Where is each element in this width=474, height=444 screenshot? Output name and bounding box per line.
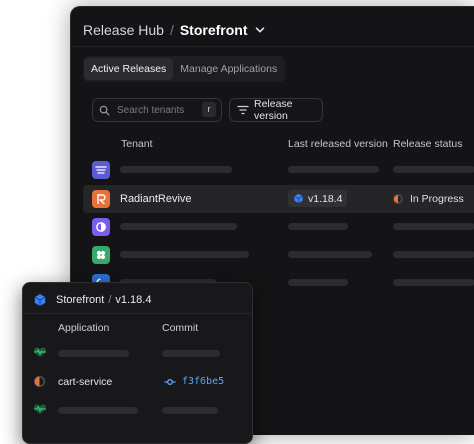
version-badge[interactable]: v1.18.4 — [288, 190, 348, 207]
radiant-logo-icon — [92, 190, 110, 208]
service-name[interactable]: cart-service — [58, 376, 112, 388]
version-placeholder — [288, 223, 348, 230]
tenant-name[interactable]: RadiantRevive — [120, 193, 192, 205]
commit-placeholder — [162, 407, 218, 414]
status-placeholder — [393, 279, 474, 286]
tab-manage-applications[interactable]: Manage Applications — [173, 58, 284, 80]
column-application: Application — [58, 322, 110, 334]
version-placeholder — [288, 251, 372, 258]
table-row[interactable]: RadiantRevive v1.18.4 In Progress — [83, 185, 474, 213]
table-row[interactable] — [83, 213, 474, 241]
in-progress-icon — [393, 194, 403, 204]
clover-logo-icon — [92, 246, 110, 264]
status-placeholder — [393, 251, 474, 258]
search-input[interactable] — [115, 103, 199, 117]
column-commit: Commit — [162, 322, 199, 334]
popover-divider — [23, 313, 252, 314]
table-header: Tenant Last released version Release sta… — [71, 132, 474, 156]
version-placeholder — [288, 279, 348, 286]
breadcrumb: Release Hub / Storefront — [83, 17, 265, 43]
cube-icon — [293, 193, 304, 204]
release-status: In Progress — [393, 193, 464, 205]
spinner-icon — [33, 375, 46, 388]
popover-version: v1.18.4 — [115, 294, 152, 306]
search-box[interactable]: r — [92, 98, 222, 122]
column-release-status: Release status — [393, 138, 463, 150]
tab-active-releases[interactable]: Active Releases — [84, 58, 174, 80]
lines-logo-icon — [92, 161, 110, 179]
commit-hash: f3f6be5 — [182, 376, 225, 387]
tenant-placeholder — [120, 166, 232, 173]
popover-app-name: Storefront — [56, 294, 105, 306]
status-placeholder — [393, 166, 474, 173]
tab-bar: Active Releases Manage Applications — [83, 56, 286, 82]
column-last-released-version: Last released version — [288, 138, 388, 150]
table-row[interactable] — [83, 156, 474, 184]
status-placeholder — [393, 223, 474, 230]
filter-icon — [237, 105, 249, 115]
list-item[interactable]: cart-service f3f6be5 — [23, 368, 252, 396]
list-item[interactable] — [23, 339, 252, 367]
breadcrumb-separator: / — [169, 22, 174, 38]
cube-icon — [33, 293, 47, 307]
commit-link[interactable]: f3f6be5 — [164, 376, 224, 387]
breadcrumb-storefront[interactable]: Storefront — [180, 22, 248, 38]
release-detail-popover: Storefront / v1.18.4 Application Commit … — [22, 282, 253, 444]
version-placeholder — [288, 166, 379, 173]
search-shortcut-key: r — [202, 102, 216, 117]
application-placeholder — [58, 350, 129, 357]
application-placeholder — [58, 407, 138, 414]
heartbeat-icon — [33, 403, 47, 415]
search-icon — [99, 105, 110, 116]
release-version-filter-button[interactable]: Release version — [229, 98, 323, 122]
popover-title-separator: / — [108, 294, 112, 306]
table-row[interactable] — [83, 241, 474, 269]
popover-title: Storefront / v1.18.4 — [33, 291, 151, 309]
heartbeat-icon — [33, 346, 47, 358]
status-label: In Progress — [410, 193, 464, 205]
chevron-down-icon[interactable] — [255, 25, 265, 35]
commit-placeholder — [162, 350, 220, 357]
tenant-placeholder — [120, 223, 237, 230]
breadcrumb-release-hub[interactable]: Release Hub — [83, 22, 164, 38]
list-item[interactable] — [23, 396, 252, 424]
half-circle-logo-icon — [92, 218, 110, 236]
version-label: v1.18.4 — [308, 192, 343, 205]
filter-label: Release version — [254, 98, 293, 122]
header-divider — [71, 46, 474, 47]
tenant-placeholder — [120, 251, 249, 258]
column-tenant: Tenant — [121, 138, 153, 150]
git-commit-icon — [164, 377, 176, 387]
